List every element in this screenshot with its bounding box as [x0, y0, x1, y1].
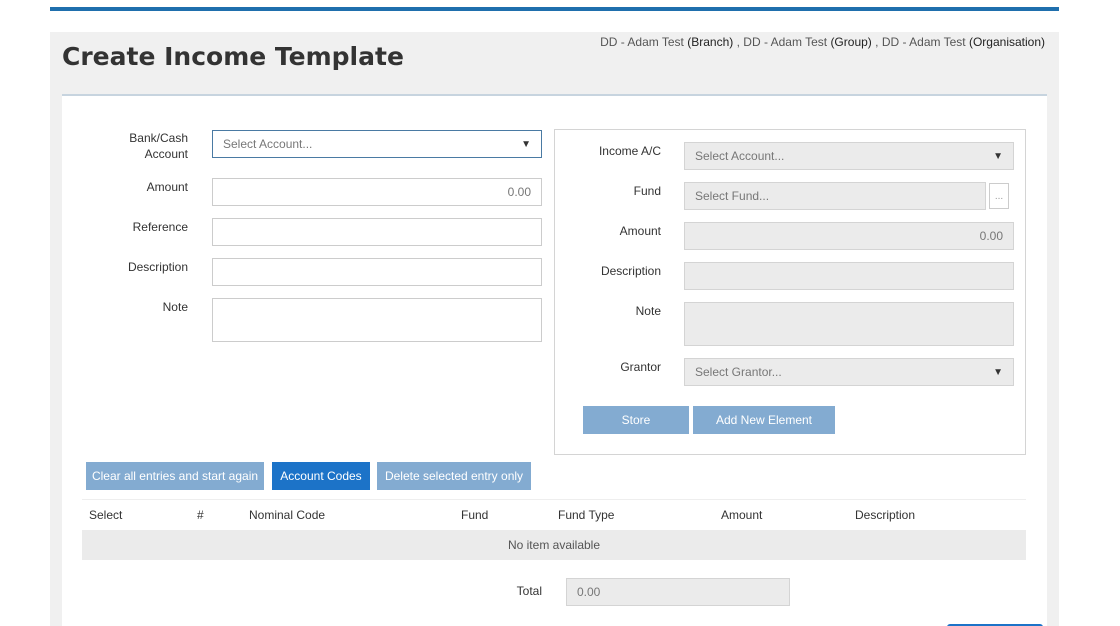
- fund-label: Fund: [633, 184, 661, 198]
- description-input[interactable]: [212, 258, 542, 286]
- bank-account-select[interactable]: Select Account... ▼: [212, 130, 542, 158]
- table-header: Select # Nominal Code Fund Fund Type Amo…: [82, 499, 1026, 529]
- form-card: Bank/Cash Account Select Account... ▼ Am…: [62, 94, 1047, 626]
- reference-label: Reference: [132, 220, 188, 234]
- column-header-description[interactable]: Description: [855, 508, 915, 522]
- income-account-label: Income A/C: [598, 144, 661, 158]
- clear-all-button[interactable]: Clear all entries and start again: [86, 462, 264, 490]
- chevron-down-icon: ▼: [521, 138, 531, 150]
- top-accent-bar: [50, 7, 1059, 11]
- income-account-select[interactable]: Select Account... ▼: [684, 142, 1014, 170]
- reference-input[interactable]: [212, 218, 542, 246]
- fund-input[interactable]: Select Fund...: [684, 182, 986, 210]
- total-label: Total: [516, 584, 542, 598]
- account-codes-button[interactable]: Account Codes: [272, 462, 370, 490]
- note-textarea[interactable]: [212, 298, 542, 342]
- element-description-input[interactable]: [684, 262, 1014, 290]
- total-value: 0.00: [566, 578, 790, 606]
- element-amount-input[interactable]: 0.00: [684, 222, 1014, 250]
- column-header-amount[interactable]: Amount: [721, 508, 762, 522]
- element-description-label: Description: [600, 264, 661, 278]
- column-header-nominal-code[interactable]: Nominal Code: [249, 508, 325, 522]
- org-separator: ,: [736, 35, 740, 49]
- column-header-fund-type[interactable]: Fund Type: [558, 508, 614, 522]
- org-separator: ,: [875, 35, 879, 49]
- element-note-label: Note: [635, 304, 661, 318]
- group-tag: (Group): [830, 35, 872, 49]
- grantor-label: Grantor: [620, 360, 661, 374]
- element-note-textarea[interactable]: [684, 302, 1014, 346]
- organisation-tag: (Organisation): [968, 35, 1045, 49]
- amount-label: Amount: [146, 180, 188, 194]
- column-header-select[interactable]: Select: [89, 508, 122, 522]
- income-element-box: Income A/C Select Account... ▼ Fund Sele…: [554, 129, 1026, 455]
- entries-table: Select # Nominal Code Fund Fund Type Amo…: [82, 499, 1026, 560]
- organisation-name: DD - Adam Test: [881, 35, 966, 49]
- chevron-down-icon: ▼: [993, 150, 1003, 162]
- column-header-number[interactable]: #: [197, 508, 204, 522]
- element-amount-label: Amount: [619, 224, 661, 238]
- grantor-select[interactable]: Select Grantor... ▼: [684, 358, 1014, 386]
- amount-input[interactable]: 0.00: [212, 178, 542, 206]
- store-button[interactable]: Store: [583, 406, 689, 434]
- bank-account-label: Bank/Cash Account: [129, 131, 188, 161]
- column-header-fund[interactable]: Fund: [461, 508, 488, 522]
- delete-selected-button[interactable]: Delete selected entry only: [377, 462, 531, 490]
- org-breadcrumb: DD - Adam Test (Branch) , DD - Adam Test…: [600, 35, 1045, 49]
- page-title: Create Income Template: [62, 42, 404, 71]
- page-panel: Create Income Template DD - Adam Test (B…: [50, 32, 1059, 626]
- note-label: Note: [162, 300, 188, 314]
- fund-lookup-button[interactable]: ...: [989, 183, 1009, 209]
- add-new-element-button[interactable]: Add New Element: [693, 406, 835, 434]
- branch-tag: (Branch): [687, 35, 734, 49]
- branch-name: DD - Adam Test: [600, 35, 684, 49]
- description-label: Description: [127, 260, 188, 274]
- empty-table-message: No item available: [82, 530, 1026, 560]
- chevron-down-icon: ▼: [993, 366, 1003, 378]
- group-name: DD - Adam Test: [743, 35, 828, 49]
